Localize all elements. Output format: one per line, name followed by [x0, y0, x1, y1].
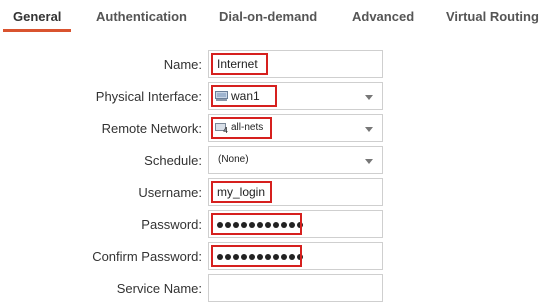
confirm-password-label: Confirm Password: — [92, 249, 202, 264]
name-label: Name: — [163, 57, 202, 72]
physical-interface-label: Physical Interface: — [95, 89, 202, 104]
chevron-down-icon[interactable] — [365, 159, 373, 164]
name-highlight — [211, 53, 268, 75]
password-highlight — [211, 213, 302, 235]
username-label: Username: — [138, 185, 202, 200]
remote-network-label: Remote Network: — [101, 121, 202, 136]
confirm-password-row: Confirm Password: — [0, 242, 548, 272]
physical-interface-row: Physical Interface: wan1 — [0, 82, 548, 112]
tab-bar: General Authentication Dial-on-demand Ad… — [0, 0, 548, 34]
schedule-label: Schedule: — [144, 153, 202, 168]
name-row: Name: Internet — [0, 50, 548, 80]
remote-network-highlight — [211, 117, 272, 139]
confirm-password-highlight — [211, 245, 302, 267]
active-tab-indicator — [3, 29, 71, 32]
service-name-row: Service Name: — [0, 274, 548, 304]
schedule-row: Schedule: (None) — [0, 146, 548, 176]
tab-general[interactable]: General — [13, 9, 61, 25]
chevron-down-icon[interactable] — [365, 95, 373, 100]
schedule-select[interactable]: (None) — [208, 146, 383, 174]
password-row: Password: — [0, 210, 548, 240]
username-row: Username: my_login — [0, 178, 548, 208]
tab-advanced[interactable]: Advanced — [352, 9, 414, 25]
tab-authentication[interactable]: Authentication — [96, 9, 187, 25]
physical-interface-highlight — [211, 85, 277, 107]
password-label: Password: — [141, 217, 202, 232]
chevron-down-icon[interactable] — [365, 127, 373, 132]
service-name-label: Service Name: — [116, 281, 202, 296]
username-highlight — [211, 181, 272, 203]
tab-dial-on-demand[interactable]: Dial-on-demand — [219, 9, 317, 25]
schedule-value: (None) — [218, 154, 249, 165]
tab-virtual-routing[interactable]: Virtual Routing — [446, 9, 539, 25]
remote-network-row: Remote Network: 4 all-nets — [0, 114, 548, 144]
service-name-input[interactable] — [208, 274, 383, 302]
